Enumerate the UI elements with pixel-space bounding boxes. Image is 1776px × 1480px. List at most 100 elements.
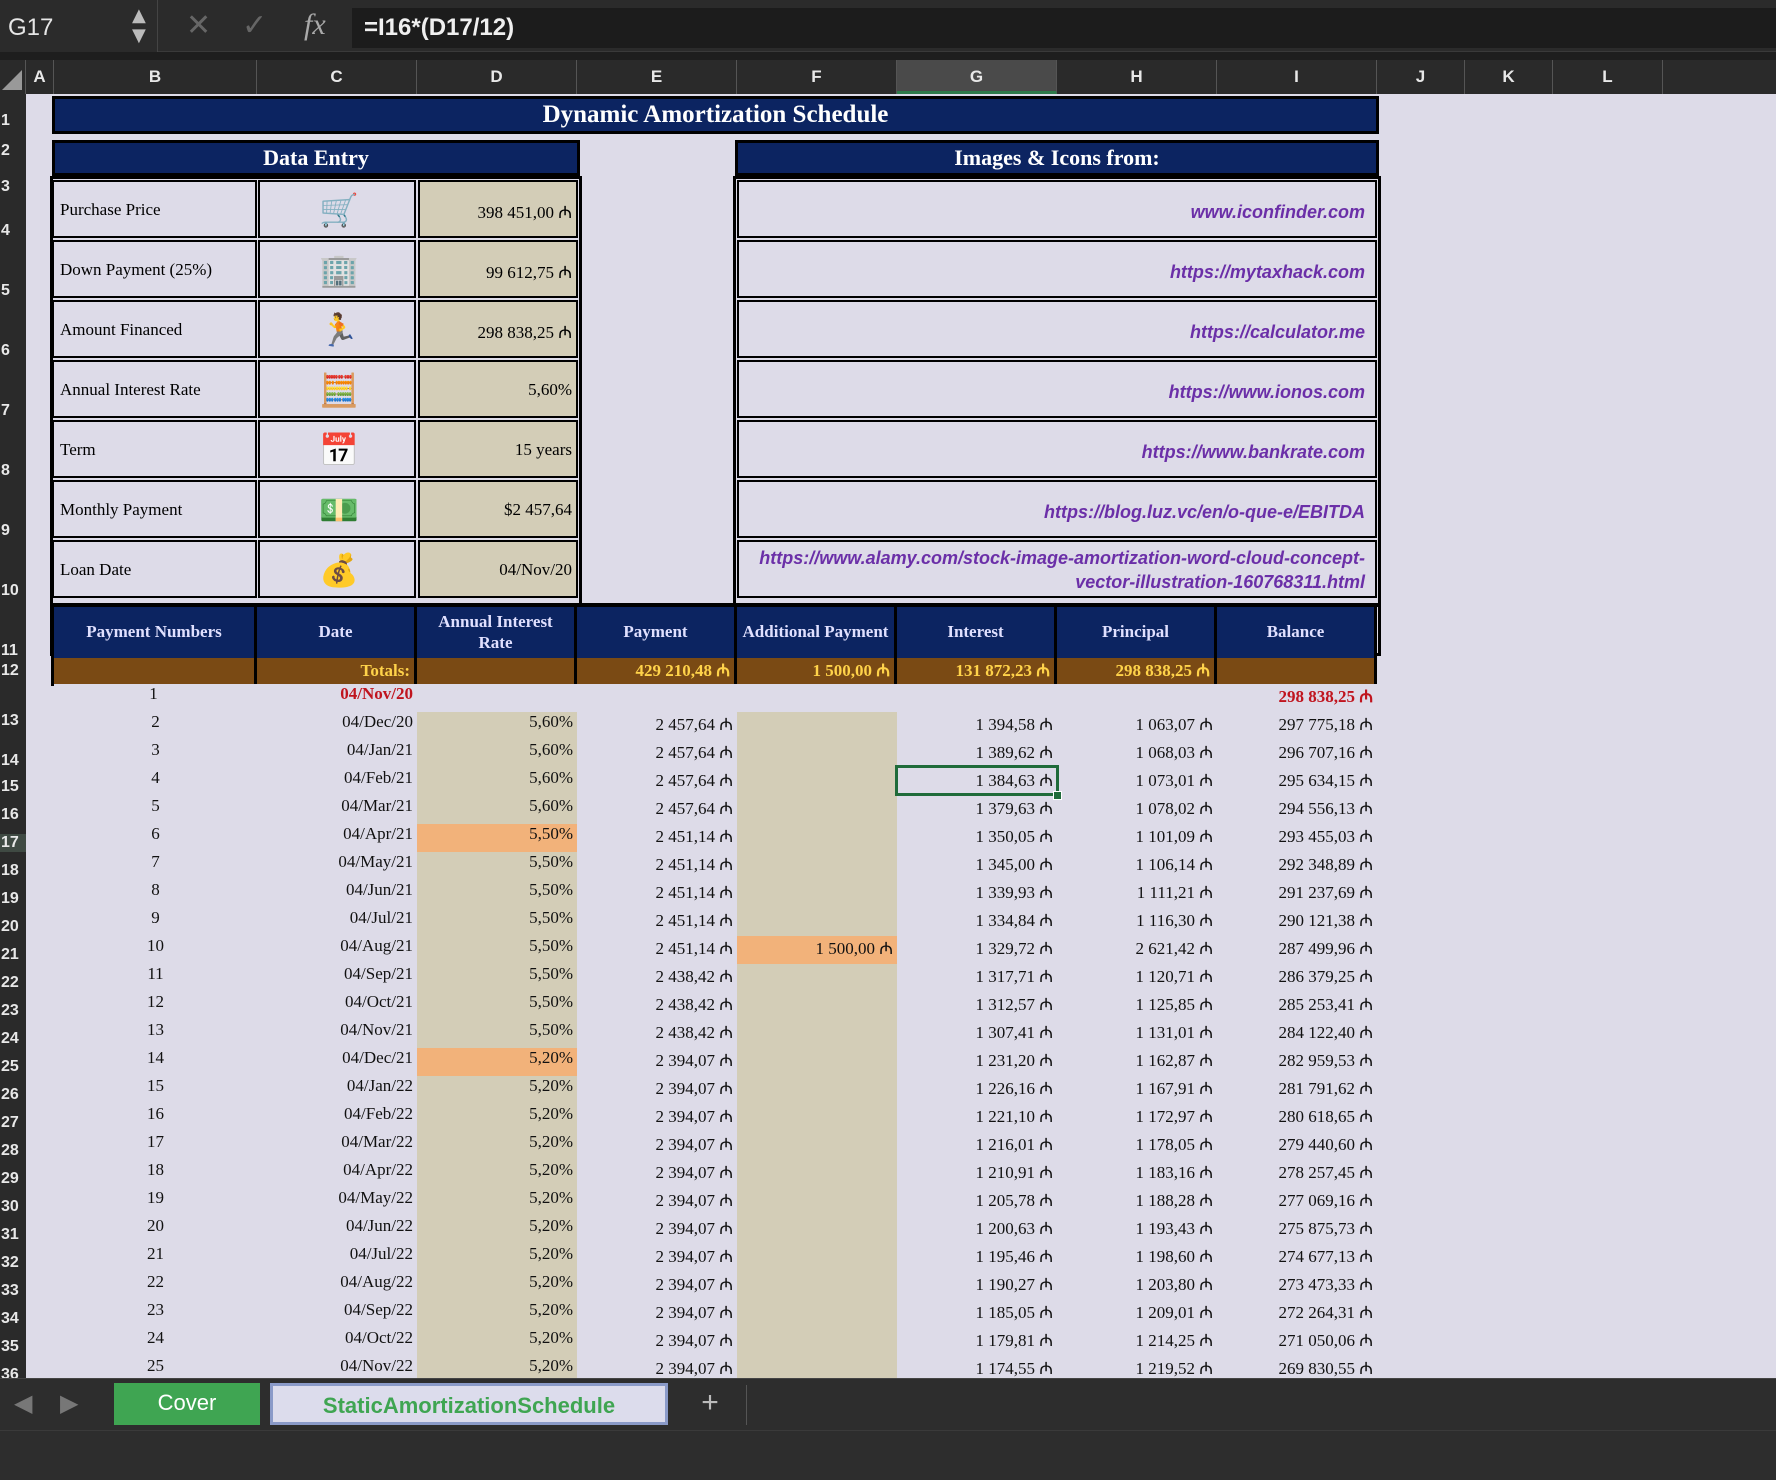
col-header-j[interactable]: J [1377, 60, 1465, 94]
date-cell[interactable]: 04/May/22 [257, 1188, 417, 1216]
interest-cell[interactable]: 1 216,01 ₼ [897, 1132, 1057, 1160]
row-header[interactable]: 5 [0, 282, 26, 300]
data-entry-value-cell[interactable]: 398 451,00 ₼ [418, 180, 578, 238]
source-link-cell[interactable]: https://www.alamy.com/stock-image-amorti… [737, 540, 1377, 598]
payment-number-cell[interactable]: 10 [54, 936, 257, 964]
select-all-corner[interactable] [0, 60, 26, 94]
rate-cell[interactable]: 5,20% [417, 1216, 577, 1244]
date-cell[interactable]: 04/Sep/22 [257, 1300, 417, 1328]
interest-cell[interactable]: 1 384,63 ₼ [897, 768, 1057, 796]
rate-cell[interactable]: 5,20% [417, 1272, 577, 1300]
source-link-cell[interactable]: www.iconfinder.com [737, 180, 1377, 238]
balance-cell[interactable]: 277 069,16 ₼ [1217, 1188, 1377, 1216]
payment-number-cell[interactable]: 20 [54, 1216, 257, 1244]
principal-cell[interactable]: 1 131,01 ₼ [1057, 1020, 1217, 1048]
payment-number-cell[interactable]: 8 [54, 880, 257, 908]
column-header-annual-interest-rate[interactable]: Annual Interest Rate [417, 606, 577, 658]
payment-number-cell[interactable]: 13 [54, 1020, 257, 1048]
principal-cell[interactable]: 1 073,01 ₼ [1057, 768, 1217, 796]
balance-cell[interactable]: 292 348,89 ₼ [1217, 852, 1377, 880]
data-entry-label-cell[interactable]: Monthly Payment [52, 480, 257, 538]
balance-cell[interactable]: 278 257,45 ₼ [1217, 1160, 1377, 1188]
tab-cover[interactable]: Cover [114, 1383, 260, 1425]
balance-cell[interactable]: 274 677,13 ₼ [1217, 1244, 1377, 1272]
additional-payment-cell[interactable] [737, 1216, 897, 1244]
data-entry-value-cell[interactable]: $2 457,64 [418, 480, 578, 538]
row-header[interactable]: 7 [0, 402, 26, 420]
col-header-e[interactable]: E [577, 60, 737, 94]
principal-cell[interactable]: 1 078,02 ₼ [1057, 796, 1217, 824]
rate-cell[interactable]: 5,20% [417, 1076, 577, 1104]
interest-cell[interactable]: 1 190,27 ₼ [897, 1272, 1057, 1300]
rate-cell[interactable]: 5,50% [417, 936, 577, 964]
rate-cell[interactable]: 5,50% [417, 852, 577, 880]
date-cell[interactable]: 04/Nov/21 [257, 1020, 417, 1048]
source-link[interactable]: https://calculator.me [755, 320, 1365, 344]
interest-cell[interactable]: 1 394,58 ₼ [897, 712, 1057, 740]
interest-cell[interactable]: 1 379,63 ₼ [897, 796, 1057, 824]
date-cell[interactable]: 04/Feb/22 [257, 1104, 417, 1132]
balance-cell[interactable]: 296 707,16 ₼ [1217, 740, 1377, 768]
date-cell[interactable]: 04/Oct/22 [257, 1328, 417, 1356]
col-header-f[interactable]: F [737, 60, 897, 94]
principal-cell[interactable]: 1 125,85 ₼ [1057, 992, 1217, 1020]
additional-payment-cell[interactable] [737, 880, 897, 908]
data-entry-label-cell[interactable]: Term [52, 420, 257, 478]
additional-payment-cell[interactable] [737, 964, 897, 992]
row-header[interactable]: 3 [0, 178, 26, 196]
cancel-icon[interactable]: ✕ [186, 8, 211, 43]
data-entry-icon-cell[interactable]: 📅 [258, 420, 416, 478]
rate-cell[interactable]: 5,20% [417, 1132, 577, 1160]
additional-payment-cell[interactable] [737, 1020, 897, 1048]
column-header-payment-numbers[interactable]: Payment Numbers [54, 606, 257, 658]
payment-number-cell[interactable]: 19 [54, 1188, 257, 1216]
interest-cell[interactable]: 1 185,05 ₼ [897, 1300, 1057, 1328]
interest-cell[interactable]: 1 317,71 ₼ [897, 964, 1057, 992]
payment-number-cell[interactable]: 11 [54, 964, 257, 992]
principal-cell[interactable]: 1 188,28 ₼ [1057, 1188, 1217, 1216]
interest-cell[interactable]: 1 334,84 ₼ [897, 908, 1057, 936]
interest-cell[interactable]: 1 389,62 ₼ [897, 740, 1057, 768]
date-cell[interactable]: 04/Aug/21 [257, 936, 417, 964]
rate-cell[interactable]: 5,50% [417, 964, 577, 992]
col-header-k[interactable]: K [1465, 60, 1553, 94]
confirm-icon[interactable]: ✓ [242, 8, 267, 43]
column-header-balance[interactable]: Balance [1217, 606, 1377, 658]
payment-number-cell[interactable]: 4 [54, 768, 257, 796]
col-header-d[interactable]: D [417, 60, 577, 94]
payment-cell[interactable]: 2 457,64 ₼ [577, 740, 737, 768]
rate-cell[interactable]: 5,50% [417, 824, 577, 852]
additional-payment-cell[interactable] [737, 1048, 897, 1076]
payment-cell[interactable]: 2 394,07 ₼ [577, 1356, 737, 1378]
additional-payment-cell[interactable] [737, 1244, 897, 1272]
source-link[interactable]: www.iconfinder.com [755, 200, 1365, 224]
col-header-b[interactable]: B [54, 60, 257, 94]
date-cell[interactable]: 04/Feb/21 [257, 768, 417, 796]
additional-payment-cell[interactable] [737, 1160, 897, 1188]
add-sheet-button[interactable]: + [690, 1383, 730, 1425]
principal-cell[interactable]: 1 178,05 ₼ [1057, 1132, 1217, 1160]
principal-cell[interactable]: 1 193,43 ₼ [1057, 1216, 1217, 1244]
rate-cell[interactable]: 5,20% [417, 1300, 577, 1328]
interest-cell[interactable]: 1 221,10 ₼ [897, 1104, 1057, 1132]
payment-number-cell[interactable]: 16 [54, 1104, 257, 1132]
balance-cell[interactable]: 284 122,40 ₼ [1217, 1020, 1377, 1048]
row-header[interactable]: 4 [0, 222, 26, 240]
rate-cell[interactable]: 5,20% [417, 1104, 577, 1132]
date-cell[interactable]: 04/Dec/21 [257, 1048, 417, 1076]
rate-cell[interactable]: 5,20% [417, 1188, 577, 1216]
additional-payment-cell[interactable] [737, 712, 897, 740]
payment-cell[interactable]: 2 438,42 ₼ [577, 1020, 737, 1048]
payment-cell[interactable]: 2 394,07 ₼ [577, 1244, 737, 1272]
principal-cell[interactable]: 1 219,52 ₼ [1057, 1356, 1217, 1378]
data-entry-icon-cell[interactable]: 🧮 [258, 360, 416, 418]
balance-cell[interactable]: 297 775,18 ₼ [1217, 712, 1377, 740]
date-cell[interactable]: 04/Apr/22 [257, 1160, 417, 1188]
payment-cell[interactable]: 2 394,07 ₼ [577, 1104, 737, 1132]
next-sheet-icon[interactable]: ▶ [60, 1389, 78, 1417]
balance-cell[interactable]: 271 050,06 ₼ [1217, 1328, 1377, 1356]
data-entry-icon-cell[interactable]: 🛒 [258, 180, 416, 238]
principal-cell[interactable]: 1 120,71 ₼ [1057, 964, 1217, 992]
payment-number-cell[interactable]: 15 [54, 1076, 257, 1104]
balance-cell[interactable]: 295 634,15 ₼ [1217, 768, 1377, 796]
